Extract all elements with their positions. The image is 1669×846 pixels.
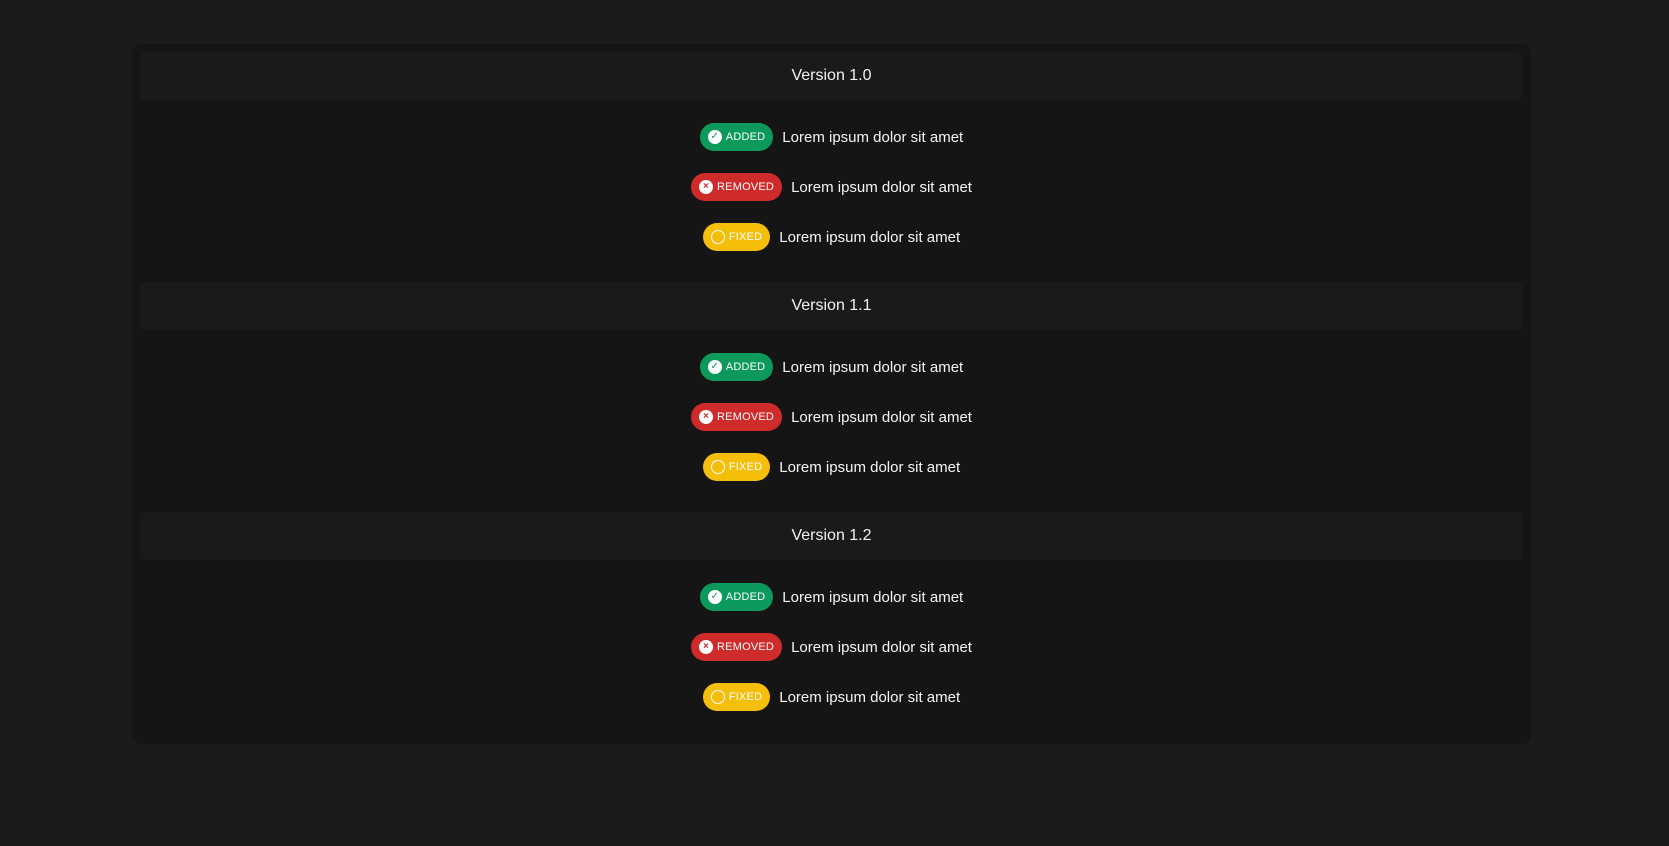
changelog-entry: × REMOVED Lorem ipsum dolor sit amet (140, 622, 1523, 672)
x-circle-icon: × (699, 410, 714, 424)
changelog-entry: ✓ ADDED Lorem ipsum dolor sit amet (140, 342, 1523, 392)
badge-label: ADDED (725, 131, 766, 143)
version-section: Version 1.2 ✓ ADDED Lorem ipsum dolor si… (140, 512, 1523, 742)
check-circle-icon: ✓ (707, 360, 722, 374)
changelog-entry: FIXED Lorem ipsum dolor sit amet (140, 442, 1523, 492)
entry-list: ✓ ADDED Lorem ipsum dolor sit amet × REM… (140, 330, 1523, 492)
changelog-entry: ✓ ADDED Lorem ipsum dolor sit amet (140, 112, 1523, 162)
badge-label: FIXED (728, 231, 763, 243)
entry-text: Lorem ipsum dolor sit amet (791, 638, 972, 656)
changelog-panel: Version 1.0 ✓ ADDED Lorem ipsum dolor si… (132, 44, 1531, 744)
added-badge: ✓ ADDED (699, 353, 774, 381)
entry-list: ✓ ADDED Lorem ipsum dolor sit amet × REM… (140, 100, 1523, 262)
info-circle-icon (710, 230, 725, 244)
badge-label: ADDED (725, 591, 766, 603)
fixed-badge: FIXED (702, 683, 771, 711)
version-section: Version 1.1 ✓ ADDED Lorem ipsum dolor si… (140, 282, 1523, 512)
entry-text: Lorem ipsum dolor sit amet (782, 358, 964, 376)
entry-text: Lorem ipsum dolor sit amet (782, 588, 964, 606)
info-circle-icon (710, 690, 725, 704)
fixed-badge: FIXED (702, 453, 771, 481)
version-title: Version 1.0 (140, 52, 1523, 100)
badge-label: ADDED (725, 361, 766, 373)
added-badge: ✓ ADDED (699, 583, 774, 611)
check-circle-icon: ✓ (707, 130, 722, 144)
version-title: Version 1.2 (140, 512, 1523, 560)
removed-badge: × REMOVED (691, 633, 783, 661)
changelog-entry: × REMOVED Lorem ipsum dolor sit amet (140, 162, 1523, 212)
changelog-entry: ✓ ADDED Lorem ipsum dolor sit amet (140, 572, 1523, 622)
badge-label: FIXED (728, 691, 763, 703)
changelog-entry: FIXED Lorem ipsum dolor sit amet (140, 212, 1523, 262)
removed-badge: × REMOVED (691, 173, 783, 201)
badge-label: REMOVED (717, 411, 775, 423)
badge-label: FIXED (728, 461, 763, 473)
entry-text: Lorem ipsum dolor sit amet (779, 688, 961, 706)
removed-badge: × REMOVED (691, 403, 783, 431)
badge-label: REMOVED (717, 181, 775, 193)
entry-text: Lorem ipsum dolor sit amet (791, 408, 972, 426)
entry-text: Lorem ipsum dolor sit amet (779, 458, 961, 476)
entry-text: Lorem ipsum dolor sit amet (791, 178, 972, 196)
changelog-entry: × REMOVED Lorem ipsum dolor sit amet (140, 392, 1523, 442)
badge-label: REMOVED (717, 641, 775, 653)
version-section: Version 1.0 ✓ ADDED Lorem ipsum dolor si… (140, 52, 1523, 282)
x-circle-icon: × (699, 180, 714, 194)
x-circle-icon: × (699, 640, 714, 654)
fixed-badge: FIXED (702, 223, 771, 251)
info-circle-icon (710, 460, 725, 474)
check-circle-icon: ✓ (707, 590, 722, 604)
added-badge: ✓ ADDED (699, 123, 774, 151)
entry-list: ✓ ADDED Lorem ipsum dolor sit amet × REM… (140, 560, 1523, 722)
changelog-entry: FIXED Lorem ipsum dolor sit amet (140, 672, 1523, 722)
entry-text: Lorem ipsum dolor sit amet (779, 228, 961, 246)
entry-text: Lorem ipsum dolor sit amet (782, 128, 964, 146)
version-title: Version 1.1 (140, 282, 1523, 330)
